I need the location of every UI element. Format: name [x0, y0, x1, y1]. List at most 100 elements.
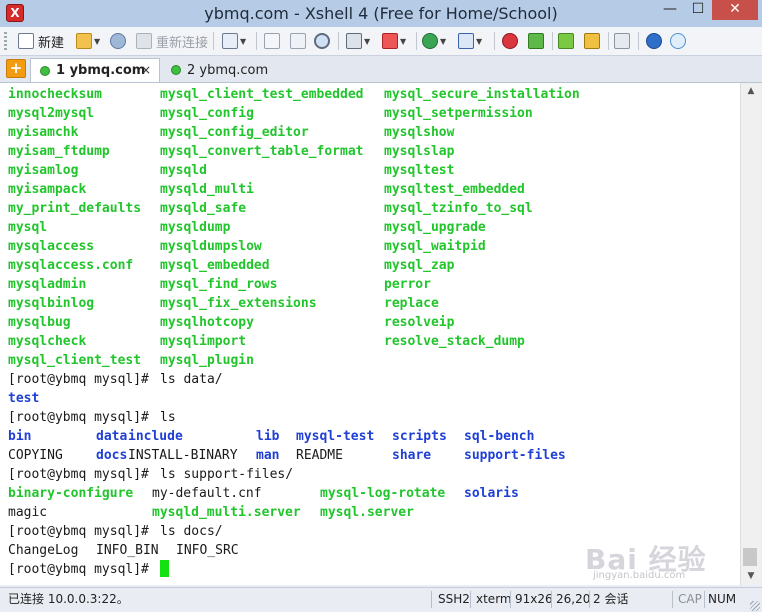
executable-file: innochecksum [8, 87, 102, 102]
executable-file: mysql_fix_extensions [160, 296, 317, 311]
toolbar: 新建 ▼ 重新连接 ▼ ▼ ▼ ▼ ▼ [0, 27, 762, 56]
file-entry: magic [8, 505, 48, 520]
directory-entry: sql-bench [464, 429, 535, 444]
executable-file: mysql_config_editor [160, 125, 309, 140]
globe-button[interactable]: ▼ [422, 30, 446, 52]
file-entry: INFO_SRC [176, 543, 239, 558]
toolbar-divider [416, 32, 417, 50]
connect-button[interactable] [110, 30, 126, 52]
tab-label: 2 ybmq.com [187, 62, 269, 78]
paste-icon [290, 33, 306, 49]
num-lock-status: NUM [708, 592, 737, 606]
chat-button[interactable] [670, 30, 686, 52]
status-divider [431, 591, 432, 608]
keyboard-icon [614, 33, 630, 49]
shell-command: ls docs/ [160, 524, 223, 539]
executable-file: mysqlaccess [8, 239, 95, 254]
executable-file: resolve_stack_dump [384, 334, 525, 349]
text-cursor [160, 560, 169, 577]
executable-file: mysql [8, 220, 48, 235]
chevron-down-icon[interactable]: ▼ [476, 37, 482, 46]
directory-entry: docs [96, 448, 128, 463]
font-icon [458, 33, 474, 49]
open-folder-button[interactable]: ▼ [76, 30, 100, 52]
chevron-down-icon[interactable]: ▼ [240, 37, 246, 46]
help-button[interactable] [646, 30, 662, 52]
xmanager-button[interactable] [528, 30, 544, 52]
chat-bubble-icon [670, 33, 686, 49]
keyboard-button[interactable] [614, 30, 630, 52]
lock-button[interactable] [584, 30, 600, 52]
scroll-up-icon[interactable]: ▲ [741, 83, 761, 100]
layout-icon [558, 33, 574, 49]
paste-button[interactable] [290, 30, 306, 52]
tab-close-icon[interactable]: × [141, 63, 151, 77]
directory-entry: bin [8, 429, 32, 444]
executable-file: mysqladmin [8, 277, 87, 292]
close-button[interactable]: ✕ [712, 0, 758, 20]
toolbar-divider [494, 32, 495, 50]
terminal-output[interactable]: innochecksum mysql_client_test_embedded my… [0, 83, 740, 585]
toolbar-divider [256, 32, 257, 50]
directory-entry: lib [256, 429, 280, 444]
new-session-label: 新建 [38, 35, 65, 51]
executable-file: mysqlaccess.conf [8, 258, 134, 273]
executable-file: my_print_defaults [8, 201, 142, 216]
executable-file: mysql_zap [384, 258, 455, 273]
executable-file: mysqlcheck [8, 334, 87, 349]
executable-file: mysqlbug [8, 315, 71, 330]
print-button[interactable]: ▼ [346, 30, 370, 52]
protocol-status: SSH2 [438, 592, 470, 606]
reconnect-button[interactable]: 重新连接 [136, 30, 208, 52]
executable-file: mysqld [160, 163, 207, 178]
minimize-button[interactable]: — [656, 0, 684, 20]
copy-button[interactable] [264, 30, 280, 52]
tab-session-1[interactable]: 1 ybmq.com × [30, 58, 160, 82]
executable-file: myisam_ftdump [8, 144, 110, 159]
directory-entry: include [128, 429, 183, 444]
toolbar-grip[interactable] [4, 32, 7, 50]
status-divider [510, 591, 511, 608]
file-entry: mysqld_multi.server [152, 505, 301, 520]
chevron-down-icon[interactable]: ▼ [364, 37, 370, 46]
toolbar-divider [638, 32, 639, 50]
transfer-button[interactable]: ▼ [382, 30, 406, 52]
executable-file: mysqldumpslow [160, 239, 262, 254]
xftp-button[interactable] [502, 30, 518, 52]
scroll-down-icon[interactable]: ▼ [741, 568, 761, 585]
connection-status: 已连接 10.0.0.3:22。 [8, 592, 129, 606]
toolbar-divider [608, 32, 609, 50]
directory-entry: COPYING [8, 448, 63, 463]
resize-grip-icon[interactable] [750, 601, 760, 611]
vertical-scrollbar[interactable]: ▲ ▼ [740, 83, 761, 585]
terminal-size-status: 91x26 [515, 592, 553, 606]
directory-entry: INSTALL-BINARY [128, 448, 238, 463]
find-button[interactable] [314, 30, 330, 52]
terminal-type-status: xterm [476, 592, 512, 606]
properties-icon [222, 33, 238, 49]
tab-session-2[interactable]: 2 ybmq.com [162, 58, 312, 82]
layout-button[interactable] [558, 30, 574, 52]
add-tab-button[interactable]: + [6, 59, 26, 78]
executable-file: mysqltest_embedded [384, 182, 525, 197]
scrollbar-thumb[interactable] [743, 548, 757, 566]
font-button[interactable]: ▼ [458, 30, 482, 52]
file-entry: mysql-log-rotate [320, 486, 446, 501]
chevron-down-icon[interactable]: ▼ [400, 37, 406, 46]
chevron-down-icon[interactable]: ▼ [94, 37, 100, 46]
directory-entry: README [296, 448, 343, 463]
shell-prompt: [root@ybmq mysql]# [8, 372, 157, 387]
xshell-window: X ybmq.com - Xshell 4 (Free for Home/Sch… [0, 0, 762, 612]
copy-icon [264, 33, 280, 49]
file-entry: INFO_BIN [96, 543, 159, 558]
status-divider [589, 591, 590, 608]
file-entry: mysql.server [320, 505, 414, 520]
new-session-button[interactable]: 新建 [18, 30, 64, 52]
directory-entry: scripts [392, 429, 447, 444]
properties-button[interactable]: ▼ [222, 30, 246, 52]
executable-file: mysql2mysql [8, 106, 95, 121]
executable-file: mysqlimport [160, 334, 247, 349]
maximize-button[interactable]: ☐ [684, 0, 712, 20]
status-divider [551, 591, 552, 608]
chevron-down-icon[interactable]: ▼ [440, 37, 446, 46]
